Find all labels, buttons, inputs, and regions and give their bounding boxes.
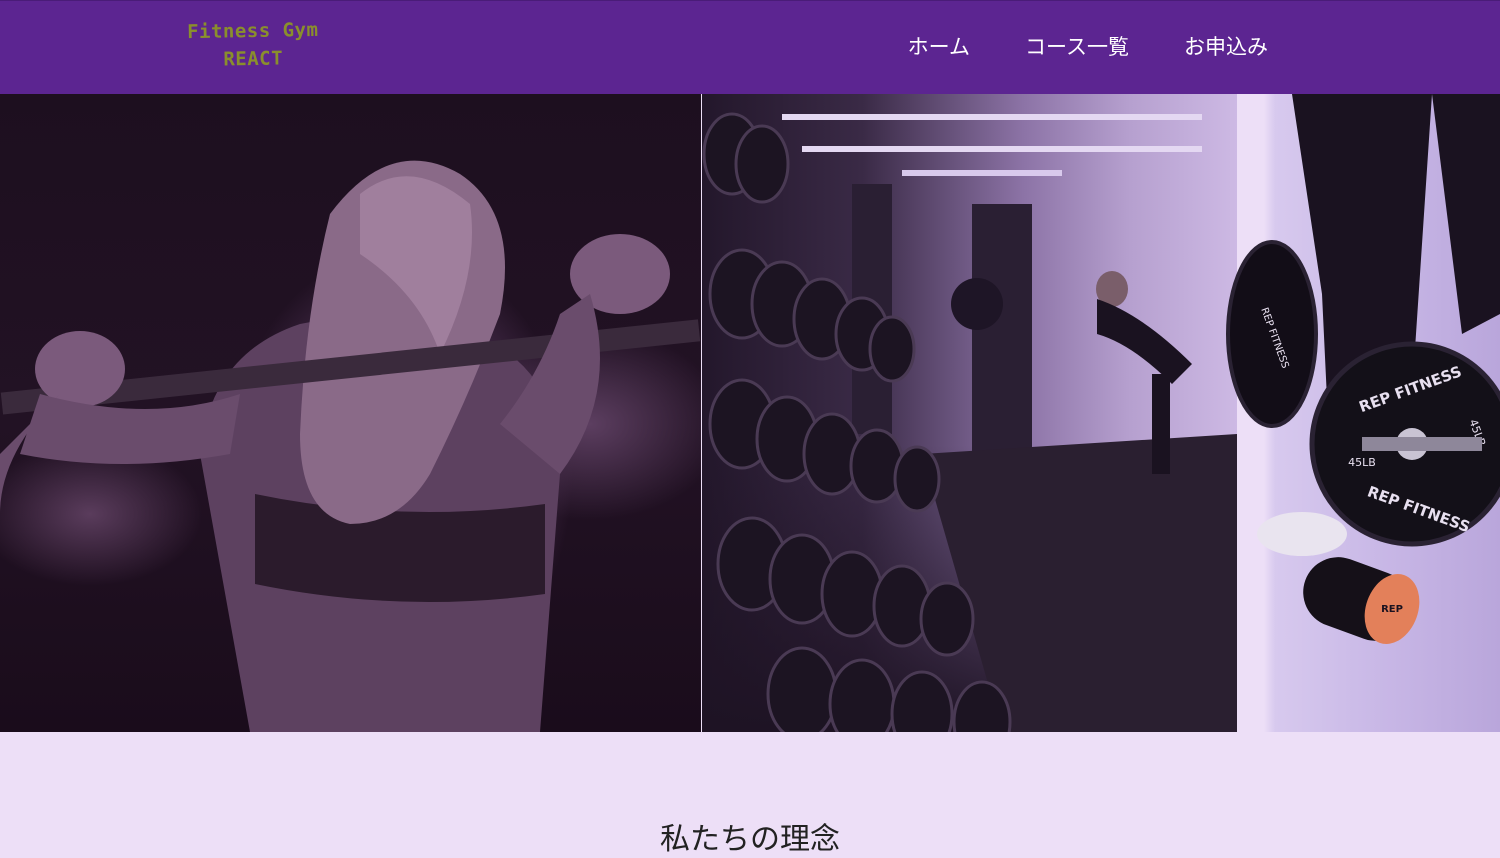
roller-text: REP — [1381, 604, 1403, 615]
logo-line2: REACT — [223, 47, 284, 71]
logo-line1: Fitness Gym — [186, 18, 319, 44]
hero-image: REP FITNESS REP FITNESS REP FITNESS 45LB… — [0, 94, 1500, 732]
nav-courses[interactable]: コース一覧 — [1025, 33, 1129, 61]
nav-home[interactable]: ホーム — [908, 33, 970, 61]
dumbbell-rack-illustration — [702, 112, 1237, 732]
nav-apply[interactable]: お申込み — [1184, 33, 1268, 61]
plate-weight-left: 45LB — [1348, 456, 1376, 469]
weight-plates-illustration: REP FITNESS REP FITNESS REP FITNESS 45LB… — [1226, 94, 1500, 644]
main-nav: ホーム コース一覧 お申込み — [908, 33, 1268, 61]
section-title: 私たちの理念 — [660, 822, 840, 857]
hero-photo-dumbbell-rack — [702, 94, 1237, 732]
hero-photo-weight-plates: REP FITNESS REP FITNESS REP FITNESS 45LB… — [1212, 94, 1500, 732]
logo[interactable]: Fitness Gym REACT — [178, 16, 329, 75]
hero-photo-barbell-woman — [0, 94, 701, 732]
philosophy-section: 私たちの理念 — [0, 732, 1500, 857]
site-header: Fitness Gym REACT ホーム コース一覧 お申込み — [0, 0, 1500, 94]
barbell-woman-illustration — [0, 160, 701, 732]
